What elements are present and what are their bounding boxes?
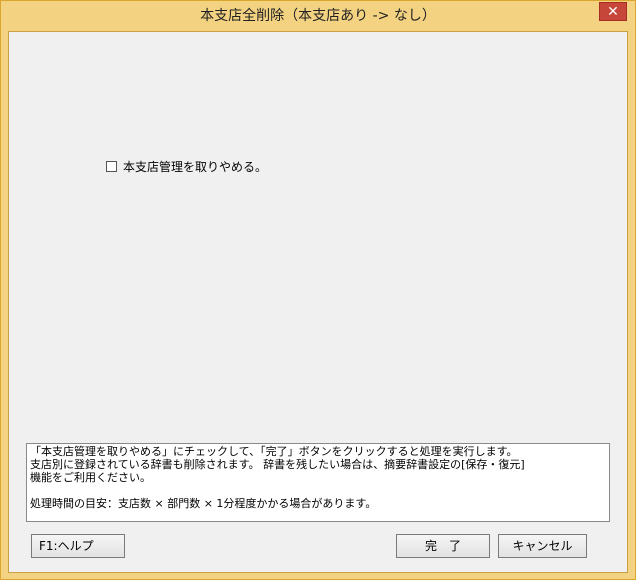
cancel-button[interactable]: キャンセル [498,534,587,558]
dialog-window: 本支店全削除（本支店あり -> なし） ✕ 本支店管理を取りやめる。 「本支店管… [0,0,636,580]
stop-branch-management-checkbox[interactable] [106,160,117,172]
window-title: 本支店全削除（本支店あり -> なし） [200,8,436,24]
close-icon: ✕ [607,4,619,20]
close-button[interactable]: ✕ [599,2,627,21]
title-bar[interactable]: 本支店全削除（本支店あり -> なし） ✕ [1,1,635,31]
help-button[interactable]: F1:ヘルプ [31,534,125,558]
info-message-box: 「本支店管理を取りやめる」にチェックして、「完了」ボタンをクリックすると処理を実… [26,443,610,522]
info-line: 機能をご利用ください。 [30,471,151,484]
processing-time-note: 処理時間の目安：支店数 × 部門数 × 1分程度かかる場合があります。 [30,497,377,510]
info-line: 支店別に登録されている辞書も削除されます。 辞書を残したい場合は、摘要辞書設定の… [30,458,525,471]
done-button[interactable]: 完 了 [396,534,490,558]
info-line: 「本支店管理を取りやめる」にチェックして、「完了」ボタンをクリックすると処理を実… [30,445,518,458]
stop-branch-management-label: 本支店管理を取りやめる。 [123,159,268,174]
stop-branch-management-option[interactable]: 本支店管理を取りやめる。 [106,158,267,174]
dialog-content: 本支店管理を取りやめる。 「本支店管理を取りやめる」にチェックして、「完了」ボタ… [8,31,628,573]
